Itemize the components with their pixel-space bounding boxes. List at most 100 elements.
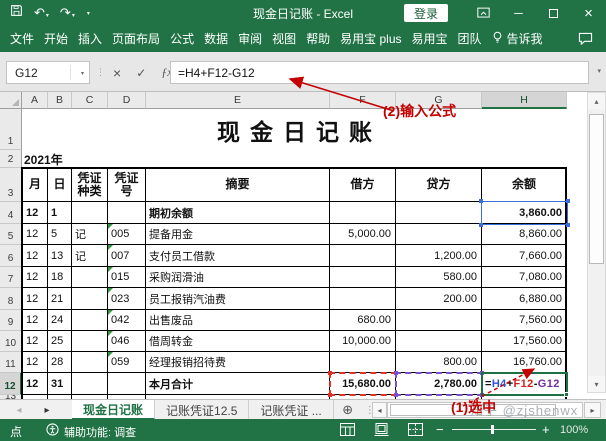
cell-voucher-type[interactable] [72,373,108,395]
cell-month[interactable]: 12 [22,202,48,224]
tab-team[interactable]: 团队 [458,26,482,52]
maximize-button[interactable] [536,0,571,26]
tab-yiyongbao[interactable]: 易用宝 [412,26,448,52]
hscroll-left-icon[interactable]: ◂ [372,402,387,418]
cell-day[interactable]: 31 [48,373,72,395]
save-icon[interactable] [10,4,23,22]
column-header-C[interactable]: C [72,92,108,109]
scroll-up-icon[interactable]: ▴ [588,93,605,109]
cell-voucher-type[interactable] [72,331,108,352]
cell-credit[interactable] [396,224,482,245]
cell-voucher-no[interactable] [108,202,146,224]
ribbon-display-options-button[interactable] [466,0,501,26]
column-header-H[interactable]: H [482,92,567,109]
formula-bar-expand-icon[interactable]: ▾ [597,67,601,75]
cell-month[interactable]: 12 [22,373,48,395]
tell-me-box[interactable]: 告诉我 [492,26,543,52]
cell-summary[interactable]: 支付员工借款 [146,245,330,267]
hscroll-right-icon[interactable]: ▸ [584,402,601,418]
row-header-12[interactable]: 12 [0,373,22,395]
cell-credit[interactable]: 200.00 [396,288,482,310]
customize-qat-icon[interactable]: ▾ [87,10,90,17]
row-header-4[interactable]: 4 [0,202,22,224]
row-header-1[interactable]: 1 [0,109,22,150]
cell-day[interactable]: 5 [48,224,72,245]
cell-balance[interactable]: 7,080.00 [482,267,567,288]
cell-voucher-type[interactable]: 记 [72,224,108,245]
row-header-3[interactable]: 3 [0,168,22,202]
row-header-5[interactable]: 5 [0,224,22,245]
cell-balance[interactable]: 7,660.00 [482,245,567,267]
login-button[interactable]: 登录 [404,4,448,22]
cell-credit[interactable]: 800.00 [396,352,482,373]
row-header-7[interactable]: 7 [0,267,22,288]
zoom-slider[interactable] [452,429,536,430]
cell-debit[interactable] [330,202,396,224]
sheet-nav-left-icon[interactable]: ◂ [8,400,30,420]
cell-month[interactable]: 12 [22,352,48,373]
tab-insert[interactable]: 插入 [78,26,102,52]
tab-formulas[interactable]: 公式 [170,26,194,52]
cell-balance[interactable]: 8,860.00 [482,224,567,245]
cell-day[interactable]: 21 [48,288,72,310]
tab-view[interactable]: 视图 [272,26,296,52]
cell-voucher-no[interactable]: 059 [108,352,146,373]
cell-summary[interactable]: 出售废品 [146,310,330,331]
page-break-preview-icon[interactable] [408,423,423,439]
sheet-tab-voucher-more[interactable]: 记账凭证 ... [249,400,333,420]
column-header-D[interactable]: D [108,92,146,109]
formula-input[interactable]: =H4+F12-G12 [170,61,589,84]
cell-summary[interactable]: 员工报销汽油费 [146,288,330,310]
cell-day[interactable]: 13 [48,245,72,267]
cell-credit[interactable] [396,202,482,224]
cell-summary[interactable]: 采购润滑油 [146,267,330,288]
cell-voucher-type[interactable] [72,310,108,331]
cell-day[interactable]: 25 [48,331,72,352]
redo-button[interactable]: ↷▾ [60,4,75,22]
column-header-E[interactable]: E [146,92,330,109]
cell-summary[interactable]: 本月合计 [146,373,330,395]
tab-data[interactable]: 数据 [204,26,228,52]
zoom-out-icon[interactable]: − [436,422,444,437]
cell-credit[interactable] [396,331,482,352]
cell-day[interactable]: 24 [48,310,72,331]
cell-debit[interactable]: 10,000.00 [330,331,396,352]
cell-month[interactable]: 12 [22,331,48,352]
cell-voucher-type[interactable] [72,267,108,288]
cell-voucher-no[interactable]: 005 [108,224,146,245]
cell-debit[interactable]: 15,680.00 [330,373,396,395]
cell-day[interactable]: 28 [48,352,72,373]
cell-balance[interactable]: 3,860.00 [482,202,567,224]
cell-summary[interactable]: 经理报销招待费 [146,352,330,373]
column-header-B[interactable]: B [48,92,72,109]
cell-day[interactable]: 18 [48,267,72,288]
page-layout-view-icon[interactable] [374,423,389,439]
cell-month[interactable]: 12 [22,267,48,288]
cell-debit[interactable] [330,352,396,373]
name-box[interactable]: G12 ▾ [6,61,90,84]
tab-file[interactable]: 文件 [10,26,34,52]
name-box-dropdown-icon[interactable]: ▾ [81,70,84,77]
cell-debit[interactable] [330,245,396,267]
tab-yiyongbao-plus[interactable]: 易用宝 plus [340,26,401,52]
cell-debit[interactable]: 5,000.00 [330,224,396,245]
cell-day[interactable]: 1 [48,202,72,224]
zoom-level[interactable]: 100% [560,424,588,436]
redo-dropdown-icon[interactable]: ▾ [72,13,75,19]
undo-dropdown-icon[interactable]: ▾ [46,13,49,19]
vertical-scrollbar-thumb[interactable] [589,114,604,264]
cancel-entry-icon[interactable]: × [113,65,121,81]
confirm-entry-icon[interactable]: ✓ [136,66,146,80]
row-header-2[interactable]: 2 [0,150,22,168]
cell-voucher-no[interactable]: 046 [108,331,146,352]
comments-icon[interactable] [578,32,593,48]
cell-month[interactable]: 12 [22,224,48,245]
zoom-in-icon[interactable]: + [542,422,550,437]
tab-page-layout[interactable]: 页面布局 [112,26,160,52]
sheet-tab-cash-journal[interactable]: 现金日记账 [72,400,155,420]
cell-month[interactable]: 12 [22,288,48,310]
vertical-scrollbar[interactable]: ▴ ▾ [587,92,606,393]
sheet-nav-right-icon[interactable]: ▸ [36,400,58,420]
cell-balance[interactable]: 7,560.00 [482,310,567,331]
cell-summary[interactable]: 期初余额 [146,202,330,224]
